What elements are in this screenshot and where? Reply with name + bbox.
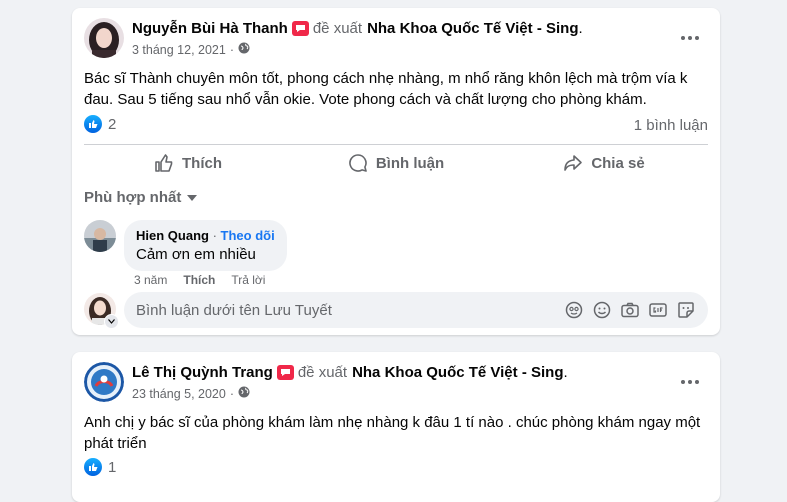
recommend-icon xyxy=(291,21,309,36)
trail-dot: . xyxy=(563,364,568,381)
like-reaction-icon xyxy=(84,115,102,133)
post-meta: 3 tháng 12, 2021 · xyxy=(132,42,250,57)
post-header-line: Nguyễn Bùi Hà Thanh đề xuất Nha Khoa Quố… xyxy=(132,20,583,37)
follow-link[interactable]: Theo dõi xyxy=(221,228,275,243)
chevron-down-icon[interactable] xyxy=(104,314,119,329)
globe-icon xyxy=(238,42,250,57)
camera-icon[interactable] xyxy=(616,302,644,318)
like-count: 1 xyxy=(108,458,117,476)
page-name-link[interactable]: Nha Khoa Quốc Tế Việt - Sing xyxy=(367,20,578,37)
comment-reply-link[interactable]: Trả lời xyxy=(231,273,265,287)
recommend-icon xyxy=(276,365,294,380)
comment-age[interactable]: 3 năm xyxy=(134,273,167,287)
post-card: Nguyễn Bùi Hà Thanh đề xuất Nha Khoa Quố… xyxy=(72,8,720,335)
more-dots-icon xyxy=(681,36,699,40)
author-avatar[interactable] xyxy=(84,362,124,402)
author-name[interactable]: Nguyễn Bùi Hà Thanh xyxy=(132,20,288,37)
more-options-button[interactable] xyxy=(675,367,705,397)
trail-dot: . xyxy=(578,20,583,37)
like-button[interactable]: Thích xyxy=(84,145,292,181)
globe-icon xyxy=(238,386,250,401)
meta-separator: · xyxy=(229,386,235,401)
commenter-avatar[interactable] xyxy=(84,220,116,252)
comment-button[interactable]: Bình luận xyxy=(292,145,500,181)
emoji-icon[interactable] xyxy=(588,301,616,319)
like-reaction-icon xyxy=(84,458,102,476)
post-meta: 23 tháng 5, 2020 · xyxy=(132,386,250,401)
thumbs-up-icon xyxy=(155,154,173,172)
author-name[interactable]: Lê Thị Quỳnh Trang xyxy=(132,364,273,381)
reaction-summary[interactable]: 2 xyxy=(84,115,116,133)
post-card: Lê Thị Quỳnh Trang đề xuất Nha Khoa Quốc… xyxy=(72,352,720,502)
commenter-name[interactable]: Hien Quang xyxy=(136,228,209,243)
recommends-verb: đề xuất xyxy=(312,20,363,37)
sort-label: Phù hợp nhất xyxy=(84,189,182,206)
sticker-icon[interactable] xyxy=(672,301,700,319)
post-header-line: Lê Thị Quỳnh Trang đề xuất Nha Khoa Quốc… xyxy=(132,364,568,381)
post-actions: Thích Bình luận Chia sẻ xyxy=(84,145,708,181)
comment-count[interactable]: 1 bình luận xyxy=(634,117,708,134)
comment-text: Cảm ơn em nhiều xyxy=(136,246,256,263)
comment-input-box xyxy=(124,292,708,328)
reaction-summary[interactable]: 1 xyxy=(84,458,116,476)
comment-meta: 3 năm Thích Trả lời xyxy=(134,273,281,287)
like-button-label: Thích xyxy=(182,154,222,172)
post-date[interactable]: 23 tháng 5, 2020 xyxy=(132,387,226,401)
meta-separator: · xyxy=(229,42,235,57)
comment-bubble: Hien Quang · Theo dõi Cảm ơn em nhiều xyxy=(124,220,287,271)
gif-icon[interactable] xyxy=(644,303,672,317)
share-button[interactable]: Chia sẻ xyxy=(500,145,708,181)
caret-down-icon xyxy=(187,194,198,201)
follow-separator: · xyxy=(212,228,217,243)
like-count: 2 xyxy=(108,115,117,133)
author-avatar[interactable] xyxy=(84,18,124,58)
page-name-link[interactable]: Nha Khoa Quốc Tế Việt - Sing xyxy=(352,364,563,381)
share-button-label: Chia sẻ xyxy=(591,154,645,172)
comment-input[interactable] xyxy=(124,300,560,320)
more-dots-icon xyxy=(681,380,699,384)
share-arrow-icon xyxy=(564,155,583,171)
post-text: Anh chị y bác sĩ của phòng khám làm nhẹ … xyxy=(84,414,701,452)
comment-sort-dropdown[interactable]: Phù hợp nhất xyxy=(84,189,198,206)
recommends-verb: đề xuất xyxy=(297,364,348,381)
current-user-avatar[interactable] xyxy=(84,293,119,329)
comment-like-link[interactable]: Thích xyxy=(183,273,215,287)
comment-tools xyxy=(560,301,708,319)
post-date[interactable]: 3 tháng 12, 2021 xyxy=(132,43,226,57)
more-options-button[interactable] xyxy=(675,23,705,53)
avatar-sticker-icon[interactable] xyxy=(560,301,588,319)
comment-button-label: Bình luận xyxy=(375,154,445,172)
comment-bubble-icon xyxy=(349,154,367,172)
post-text: Bác sĩ Thành chuyên môn tốt, phong cách … xyxy=(84,70,688,108)
